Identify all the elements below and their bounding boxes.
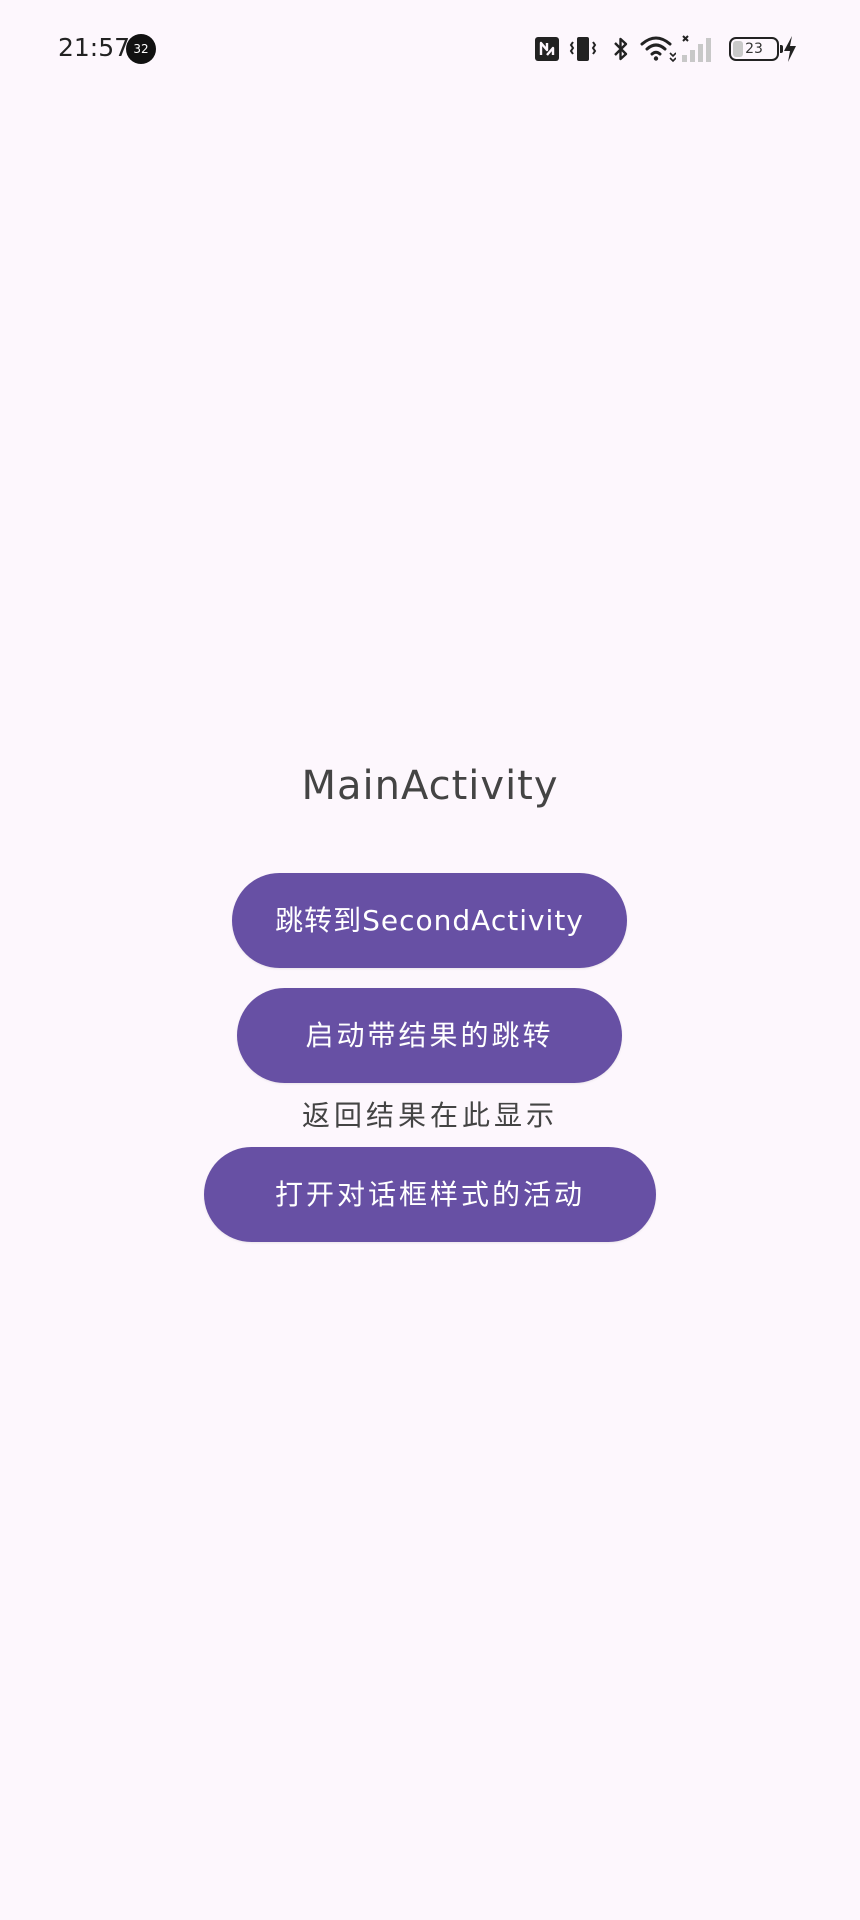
- nfc-icon: [532, 32, 562, 66]
- jump-to-second-activity-button[interactable]: 跳转到SecondActivity: [232, 873, 627, 968]
- battery-level-text: 23: [745, 41, 763, 57]
- notification-count-badge: 32: [126, 34, 156, 64]
- charging-icon: [780, 32, 800, 66]
- open-dialog-activity-button[interactable]: 打开对话框样式的活动: [204, 1147, 656, 1242]
- cellular-no-signal-icon: [678, 32, 718, 66]
- status-icons: 23: [532, 32, 800, 66]
- status-bar: 21:57 32 23: [0, 0, 860, 100]
- battery-icon: 23: [718, 32, 783, 66]
- battery-cap: [780, 45, 783, 53]
- wifi-icon: [638, 32, 678, 66]
- result-display-text: 返回结果在此显示: [301, 1099, 558, 1132]
- main-activity-title: MainActivity: [301, 763, 559, 809]
- status-time: 21:57: [58, 33, 131, 62]
- battery-indicator: 23: [729, 37, 783, 61]
- bluetooth-icon: [604, 32, 638, 66]
- start-for-result-button[interactable]: 启动带结果的跳转: [237, 988, 622, 1083]
- vibrate-icon: [562, 32, 604, 66]
